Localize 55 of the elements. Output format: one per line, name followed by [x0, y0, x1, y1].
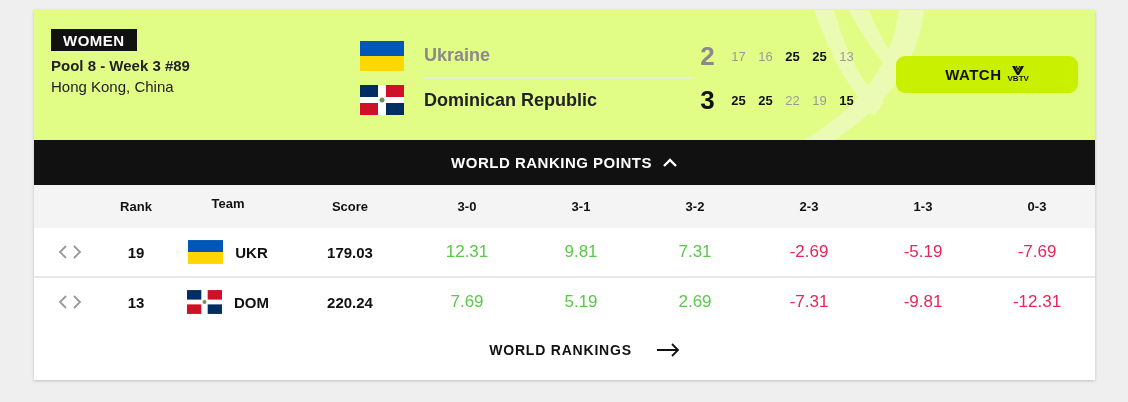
- column-header: 1-3: [913, 199, 933, 214]
- location-label: Hong Kong, China: [51, 78, 175, 95]
- points-cell: 7.31: [678, 242, 712, 262]
- rank-cell: 19: [127, 243, 145, 261]
- sets-won: 2: [699, 40, 716, 72]
- rank-cell: 13: [127, 293, 145, 311]
- set-score: 25: [757, 92, 774, 108]
- set-score: 25: [730, 92, 747, 108]
- set-score: 25: [784, 48, 801, 64]
- points-cell: 7.69: [450, 292, 484, 312]
- points-cell: 9.81: [564, 242, 598, 262]
- column-header: 3-2: [685, 199, 705, 214]
- chevron-icon: [661, 157, 678, 168]
- points-cell: 2.69: [678, 292, 712, 312]
- points-cell: 12.31: [445, 242, 489, 262]
- flag-icon: [188, 240, 224, 264]
- flag-icon: [360, 85, 404, 115]
- score-cell: 179.03: [327, 243, 373, 261]
- column-header: Team: [211, 196, 245, 211]
- set-score: 22: [784, 92, 801, 108]
- team-name: Dominican Republic: [424, 89, 599, 112]
- points-cell: -7.69: [1017, 242, 1057, 262]
- team-code-cell: DOM: [234, 293, 269, 311]
- pool-label: Pool 8 - Week 3 #89: [51, 57, 191, 74]
- points-cell: -5.19: [903, 242, 943, 262]
- set-score: 13: [838, 48, 855, 64]
- score-cell: 220.24: [327, 293, 373, 311]
- team-code-cell: UKR: [235, 243, 268, 261]
- column-header: 2-3: [799, 199, 819, 214]
- points-cell: -7.31: [789, 292, 829, 312]
- column-header: Score: [331, 199, 369, 214]
- column-header: 3-1: [571, 199, 591, 214]
- set-score: 19: [811, 92, 828, 108]
- points-cell: -2.69: [789, 242, 829, 262]
- column-header: 3-0: [457, 199, 477, 214]
- set-score: 17: [730, 48, 747, 64]
- category-badge: WOMEN: [51, 29, 137, 51]
- set-score: 16: [757, 48, 774, 64]
- ranking-points-toggle[interactable]: WORLD RANKING POINTS: [34, 140, 1095, 185]
- expand-arrows-icon[interactable]: [58, 245, 82, 259]
- points-cell: -12.31: [1012, 292, 1062, 312]
- column-header: Rank: [120, 199, 152, 214]
- points-cell: -9.81: [903, 292, 943, 312]
- flag-icon: [187, 290, 222, 314]
- points-cell: 5.19: [564, 292, 598, 312]
- team-name: Ukraine: [424, 33, 695, 79]
- expand-arrows-icon[interactable]: [58, 295, 82, 309]
- sets-won: 3: [699, 84, 716, 116]
- watch-button[interactable]: WATCH VBTV: [896, 56, 1078, 93]
- arrow-right-icon: [655, 343, 680, 357]
- flag-icon: [360, 41, 404, 71]
- column-header: 0-3: [1027, 199, 1047, 214]
- set-score: 25: [811, 48, 828, 64]
- set-score: 15: [838, 92, 855, 108]
- world-rankings-link[interactable]: WORLD RANKINGS: [489, 342, 680, 358]
